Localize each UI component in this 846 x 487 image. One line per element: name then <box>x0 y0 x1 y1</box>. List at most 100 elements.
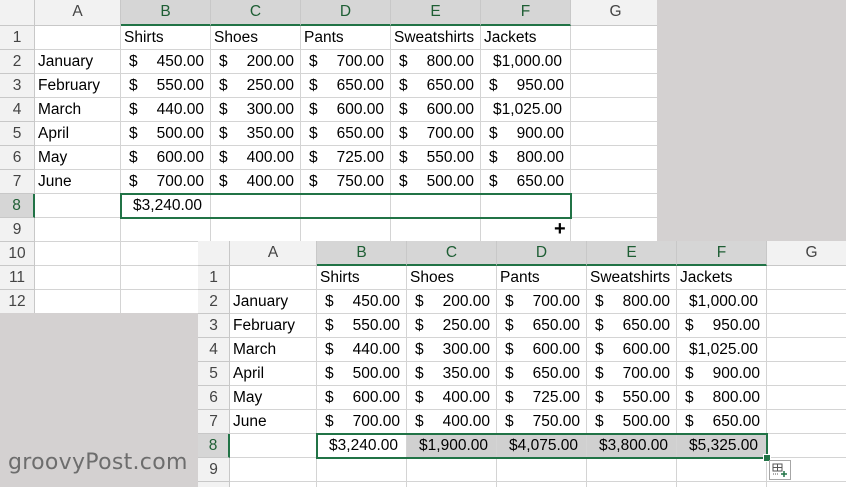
cell-a1[interactable] <box>35 26 121 50</box>
cell-d4[interactable]: $600.00 <box>497 338 587 362</box>
cell-d9[interactable] <box>497 458 587 482</box>
column-header-d[interactable]: D <box>497 241 587 266</box>
column-header-e[interactable]: E <box>391 0 481 26</box>
cell-b8[interactable]: $3,240.00 <box>317 434 407 458</box>
cell-f7[interactable]: $650.00 <box>481 170 571 194</box>
cell-e4[interactable]: $600.00 <box>391 98 481 122</box>
cell-g1[interactable] <box>571 26 657 50</box>
row-header-10[interactable]: 10 <box>0 242 35 266</box>
cell-f6[interactable]: $800.00 <box>677 386 767 410</box>
row-header-12[interactable]: 12 <box>0 290 35 313</box>
cell-b2[interactable]: $450.00 <box>121 50 211 74</box>
cell-f9[interactable] <box>677 458 767 482</box>
cell-c8[interactable]: $1,900.00 <box>407 434 497 458</box>
row-header-11[interactable]: 11 <box>0 266 35 290</box>
cell-g2[interactable] <box>571 50 657 74</box>
cell-b8[interactable]: $3,240.00 <box>121 194 211 218</box>
cell-a8[interactable] <box>230 434 317 458</box>
cell-c4[interactable]: $300.00 <box>407 338 497 362</box>
cell-a9[interactable] <box>230 458 317 482</box>
cell-e7[interactable]: $500.00 <box>391 170 481 194</box>
row-header-6[interactable]: 6 <box>0 146 35 170</box>
cell-f4[interactable]: $1,025.00 <box>481 98 571 122</box>
cell-b1[interactable]: Shirts <box>317 266 407 290</box>
row-header-1[interactable]: 1 <box>0 26 35 50</box>
cell-a7[interactable]: June <box>230 410 317 434</box>
cell-c3[interactable]: $250.00 <box>407 314 497 338</box>
cell-c8[interactable] <box>211 194 301 218</box>
cell-g6[interactable] <box>571 146 657 170</box>
cell-e7[interactable]: $500.00 <box>587 410 677 434</box>
row-header-5[interactable]: 5 <box>198 362 230 386</box>
cell-d9[interactable] <box>301 218 391 242</box>
cell-a4[interactable]: March <box>230 338 317 362</box>
cell-f6[interactable]: $800.00 <box>481 146 571 170</box>
cell-a10[interactable] <box>35 242 121 266</box>
row-header-7[interactable]: 7 <box>198 410 230 434</box>
column-header-b[interactable]: B <box>317 241 407 266</box>
cell-e8[interactable] <box>391 194 481 218</box>
cell-a5[interactable]: April <box>230 362 317 386</box>
cell-c10[interactable] <box>407 482 497 487</box>
cell-g2[interactable] <box>767 290 846 314</box>
cell-c1[interactable]: Shoes <box>407 266 497 290</box>
cell-f2[interactable]: $1,000.00 <box>677 290 767 314</box>
cell-b9[interactable] <box>317 458 407 482</box>
cell-g4[interactable] <box>767 338 846 362</box>
cell-b4[interactable]: $440.00 <box>121 98 211 122</box>
column-header-g[interactable]: G <box>767 241 846 266</box>
cell-d6[interactable]: $725.00 <box>301 146 391 170</box>
cell-d4[interactable]: $600.00 <box>301 98 391 122</box>
column-header-f[interactable]: F <box>677 241 767 266</box>
cell-d8[interactable]: $4,075.00 <box>497 434 587 458</box>
cell-g6[interactable] <box>767 386 846 410</box>
cell-a6[interactable]: May <box>230 386 317 410</box>
row-header-2[interactable]: 2 <box>0 50 35 74</box>
cell-a10[interactable] <box>230 482 317 487</box>
cell-g4[interactable] <box>571 98 657 122</box>
cell-g9[interactable] <box>571 218 657 242</box>
cell-d2[interactable]: $700.00 <box>301 50 391 74</box>
cell-c7[interactable]: $400.00 <box>211 170 301 194</box>
cell-c1[interactable]: Shoes <box>211 26 301 50</box>
cell-e3[interactable]: $650.00 <box>391 74 481 98</box>
cell-d8[interactable] <box>301 194 391 218</box>
cell-c6[interactable]: $400.00 <box>407 386 497 410</box>
row-header-4[interactable]: 4 <box>0 98 35 122</box>
cell-d6[interactable]: $725.00 <box>497 386 587 410</box>
cell-c5[interactable]: $350.00 <box>407 362 497 386</box>
row-header-5[interactable]: 5 <box>0 122 35 146</box>
cell-d7[interactable]: $750.00 <box>301 170 391 194</box>
row-header-7[interactable]: 7 <box>0 170 35 194</box>
row-header-6[interactable]: 6 <box>198 386 230 410</box>
row-header-2[interactable]: 2 <box>198 290 230 314</box>
cell-b1[interactable]: Shirts <box>121 26 211 50</box>
cell-d5[interactable]: $650.00 <box>301 122 391 146</box>
cell-a4[interactable]: March <box>35 98 121 122</box>
cell-g5[interactable] <box>571 122 657 146</box>
row-header-3[interactable]: 3 <box>0 74 35 98</box>
cell-a3[interactable]: February <box>35 74 121 98</box>
cell-c6[interactable]: $400.00 <box>211 146 301 170</box>
cell-g1[interactable] <box>767 266 846 290</box>
column-header-f[interactable]: F <box>481 0 571 26</box>
cell-g3[interactable] <box>571 74 657 98</box>
cell-f8[interactable]: $5,325.00 <box>677 434 767 458</box>
row-header-8[interactable]: 8 <box>0 194 35 218</box>
cell-b4[interactable]: $440.00 <box>317 338 407 362</box>
cell-d3[interactable]: $650.00 <box>301 74 391 98</box>
cell-g3[interactable] <box>767 314 846 338</box>
cell-c7[interactable]: $400.00 <box>407 410 497 434</box>
cell-g8[interactable] <box>767 434 846 458</box>
column-header-c[interactable]: C <box>211 0 301 26</box>
cell-e1[interactable]: Sweatshirts <box>587 266 677 290</box>
cell-c5[interactable]: $350.00 <box>211 122 301 146</box>
cell-b9[interactable] <box>121 218 211 242</box>
cell-f7[interactable]: $650.00 <box>677 410 767 434</box>
cell-f3[interactable]: $950.00 <box>481 74 571 98</box>
cell-b6[interactable]: $600.00 <box>317 386 407 410</box>
cell-f4[interactable]: $1,025.00 <box>677 338 767 362</box>
cell-d3[interactable]: $650.00 <box>497 314 587 338</box>
cell-c3[interactable]: $250.00 <box>211 74 301 98</box>
cell-b7[interactable]: $700.00 <box>121 170 211 194</box>
